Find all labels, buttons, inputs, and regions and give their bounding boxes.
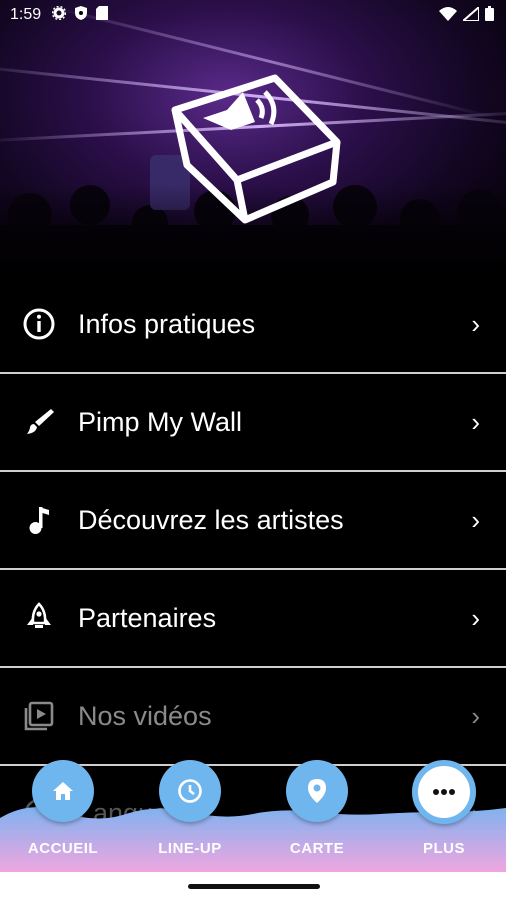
rocket-icon [22, 601, 56, 635]
chevron-right-icon: › [471, 504, 480, 535]
menu-item-label: Partenaires [78, 602, 217, 633]
tab-plus[interactable]: PLUS [394, 760, 494, 857]
menu-item-label: Découvrez les artistes [78, 504, 344, 535]
signal-icon [463, 6, 479, 21]
video-library-icon [22, 699, 56, 733]
menu-item-partenaires[interactable]: Partenaires › [0, 570, 506, 668]
chevron-right-icon: › [471, 406, 480, 437]
menu-item-label: Nos vidéos [78, 700, 212, 731]
music-note-icon [22, 503, 56, 537]
chevron-right-icon: › [471, 308, 480, 339]
brush-icon [22, 405, 56, 439]
home-gesture-pill[interactable] [188, 884, 320, 889]
settings-icon [52, 6, 66, 20]
tab-carte[interactable]: CARTE [267, 760, 367, 857]
bottom-tab-bar: ACCUEIL LINE-UP CARTE PLUS [0, 760, 506, 872]
clock-icon [159, 760, 221, 822]
tab-label: PLUS [422, 840, 465, 857]
menu-item-label: Pimp My Wall [78, 406, 243, 437]
home-icon [32, 760, 94, 822]
battery-icon [485, 6, 494, 21]
tab-label: LINE-UP [158, 840, 222, 857]
tab-label: CARTE [289, 840, 345, 857]
map-pin-icon [286, 760, 348, 822]
wifi-icon [439, 6, 457, 21]
status-time: 1:59 [10, 6, 42, 23]
app-logo [171, 74, 341, 224]
menu-item-infos-pratiques[interactable]: Infos pratiques › [0, 276, 506, 374]
system-navigation-bar [0, 872, 506, 900]
menu-item-label: Infos pratiques [78, 308, 256, 339]
menu-item-nos-videos[interactable]: Nos vidéos › [0, 668, 506, 766]
hero-banner [0, 0, 506, 275]
sd-card-icon [96, 6, 108, 20]
menu-item-decouvrez-les-artistes[interactable]: Découvrez les artistes › [0, 472, 506, 570]
menu-item-pimp-my-wall[interactable]: Pimp My Wall › [0, 374, 506, 472]
info-icon [22, 307, 56, 341]
tab-accueil[interactable]: ACCUEIL [13, 760, 113, 857]
shield-icon [75, 6, 87, 20]
more-icon [412, 760, 476, 824]
status-bar: 1:59 [0, 0, 506, 30]
chevron-right-icon: › [471, 602, 480, 633]
chevron-right-icon: › [471, 700, 480, 731]
tab-line-up[interactable]: LINE-UP [140, 760, 240, 857]
tab-label: ACCUEIL [27, 840, 99, 857]
